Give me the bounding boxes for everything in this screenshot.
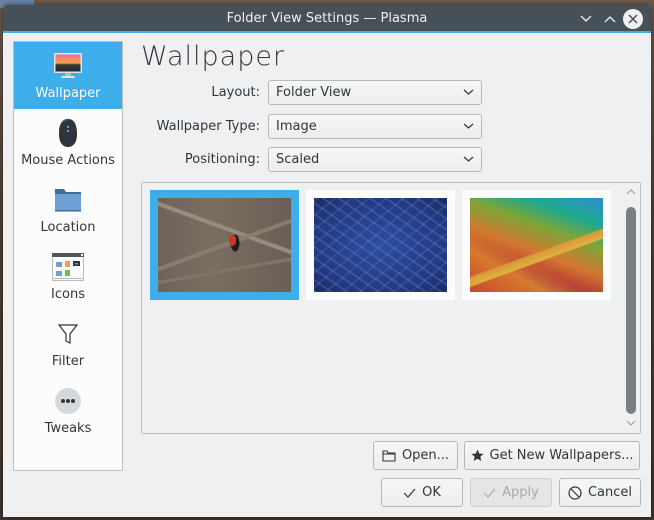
category-sidebar: Wallpaper Mouse Actions Location Icons F… [13, 41, 123, 471]
chevron-down-icon [463, 156, 474, 162]
layout-value: Folder View [276, 85, 352, 100]
cancel-label: Cancel [587, 485, 633, 500]
folder-open-icon [382, 449, 396, 462]
sidebar-item-tweaks[interactable]: Tweaks [14, 377, 122, 444]
layout-label: Layout: [211, 85, 260, 100]
settings-window: Folder View Settings — Plasma Wallpaper [3, 5, 651, 517]
sidebar-item-label: Location [40, 220, 96, 235]
apply-button[interactable]: Apply [470, 478, 552, 507]
folder-icon [52, 184, 84, 216]
sidebar-item-label: Filter [51, 354, 85, 369]
sidebar-item-wallpaper[interactable]: Wallpaper [14, 42, 122, 109]
sidebar-item-mouse-actions[interactable]: Mouse Actions [14, 109, 122, 176]
sidebar-item-label: Icons [51, 287, 85, 302]
mouse-icon [52, 117, 84, 149]
wallpaper-grid [141, 182, 641, 434]
apply-label: Apply [502, 485, 539, 500]
wallpaper-type-label: Wallpaper Type: [156, 119, 260, 134]
minimize-button[interactable] [576, 9, 596, 29]
sidebar-item-filter[interactable]: Filter [14, 310, 122, 377]
wallpaper-image [470, 198, 603, 292]
maximize-button[interactable] [600, 9, 620, 29]
wallpaper-image [314, 198, 447, 292]
wallpaper-image [158, 198, 291, 292]
close-icon [628, 14, 638, 24]
checkmark-icon [483, 488, 496, 498]
cancel-icon [568, 485, 582, 500]
positioning-value: Scaled [276, 152, 320, 167]
ok-label: OK [422, 485, 441, 500]
positioning-select[interactable]: Scaled [268, 147, 482, 172]
layout-select[interactable]: Folder View [268, 80, 482, 105]
sidebar-item-location[interactable]: Location [14, 176, 122, 243]
layout-row: Layout: Folder View [143, 80, 488, 105]
sidebar-item-label: Mouse Actions [21, 153, 115, 168]
monitor-wallpaper-icon [52, 50, 84, 82]
wallpaper-thumbnail-blue[interactable] [306, 190, 455, 300]
positioning-label: Positioning: [184, 152, 260, 167]
page-title: Wallpaper [141, 41, 286, 72]
scrollbar-thumb[interactable] [626, 207, 636, 414]
cancel-button[interactable]: Cancel [559, 478, 641, 507]
wallpaper-type-value: Image [276, 119, 317, 134]
open-button[interactable]: Open... [373, 441, 458, 470]
checkmark-icon [403, 488, 416, 498]
wallpaper-thumbnail-bird[interactable] [150, 190, 299, 300]
window-title: Folder View Settings — Plasma [226, 11, 428, 26]
wallpaper-thumbnail-kde[interactable] [462, 190, 611, 300]
positioning-row: Positioning: Scaled [143, 147, 488, 172]
sidebar-item-icons[interactable]: Icons [14, 243, 122, 310]
title-bar[interactable]: Folder View Settings — Plasma [3, 5, 651, 33]
sidebar-item-label: Tweaks [44, 421, 92, 436]
wallpaper-type-row: Wallpaper Type: Image [143, 114, 488, 139]
get-new-wallpapers-button[interactable]: Get New Wallpapers... [464, 441, 640, 470]
wallpaper-type-select[interactable]: Image [268, 114, 482, 139]
chevron-down-icon [463, 123, 474, 129]
sidebar-item-label: Wallpaper [35, 86, 101, 101]
chevron-up-icon [604, 16, 616, 23]
ok-button[interactable]: OK [381, 478, 463, 507]
close-button[interactable] [623, 9, 643, 29]
scroll-down-arrow[interactable] [626, 420, 636, 427]
open-label: Open... [401, 448, 450, 463]
chevron-down-icon [580, 15, 592, 22]
icons-view-icon [52, 251, 84, 283]
more-icon [52, 385, 84, 417]
star-icon [470, 449, 484, 461]
filter-icon [52, 318, 84, 350]
get-new-wallpapers-label: Get New Wallpapers... [489, 448, 634, 463]
scroll-up-arrow[interactable] [626, 188, 636, 195]
chevron-down-icon [463, 89, 474, 95]
